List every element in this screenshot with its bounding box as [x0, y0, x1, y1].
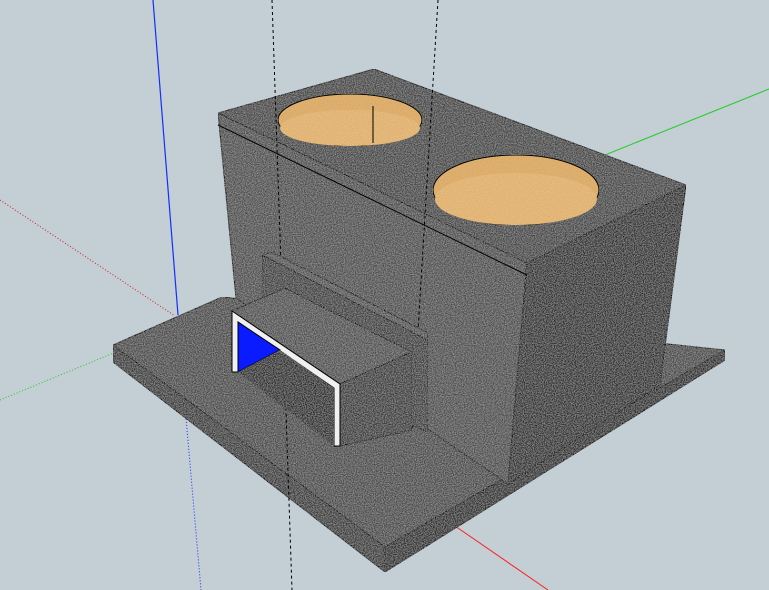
scene-canvas[interactable]: [0, 0, 769, 590]
speaker-opening-front-inner: [435, 173, 597, 225]
speaker-opening-rear[interactable]: [277, 93, 423, 147]
green-axis-solid: [599, 88, 769, 158]
modeling-viewport[interactable]: [0, 0, 769, 590]
blue-axis-solid: [152, 0, 179, 316]
green-axis-dotted: [0, 351, 117, 401]
speaker-opening-front[interactable]: [432, 154, 600, 226]
red-axis-dotted: [0, 199, 176, 317]
red-axis-solid: [454, 525, 549, 590]
speaker-opening-rear-inner: [280, 110, 420, 146]
